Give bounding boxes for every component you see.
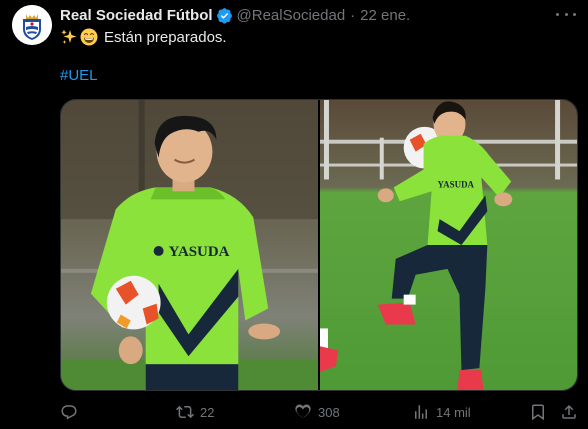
sparkles-emoji-icon bbox=[61, 29, 77, 44]
hashtag-link[interactable]: #UEL bbox=[60, 67, 98, 84]
verified-badge-icon bbox=[216, 7, 232, 24]
retweet-icon bbox=[176, 405, 194, 419]
photo-illustration: YASUDA bbox=[61, 100, 318, 390]
author-display-name[interactable]: Real Sociedad Fútbol bbox=[60, 7, 213, 24]
tweet-text: Están preparados. bbox=[60, 27, 227, 47]
retweet-button[interactable]: 22 bbox=[176, 401, 214, 423]
bookmark-button[interactable] bbox=[529, 401, 547, 423]
views-count: 14 mil bbox=[436, 404, 471, 420]
heart-icon bbox=[295, 404, 311, 418]
player-holding-ball-photo[interactable]: YASUDA bbox=[61, 100, 318, 390]
tweet-actions: 22 308 14 mil bbox=[60, 401, 580, 423]
tweet-body-text: Están preparados. bbox=[104, 28, 227, 46]
retweet-count: 22 bbox=[200, 404, 215, 420]
bookmark-icon bbox=[532, 404, 544, 421]
like-button[interactable]: 308 bbox=[294, 401, 340, 423]
shirt-sponsor-text: YASUDA bbox=[438, 179, 475, 189]
tweet-date[interactable]: 22 ene. bbox=[360, 7, 410, 24]
avatar[interactable] bbox=[12, 5, 52, 45]
photo-illustration: YASUDA bbox=[320, 100, 577, 390]
more-options-icon[interactable] bbox=[556, 6, 576, 22]
share-button[interactable] bbox=[560, 401, 578, 423]
like-count: 308 bbox=[318, 404, 340, 420]
tweet[interactable]: Real Sociedad Fútbol @RealSociedad · 22 … bbox=[0, 0, 588, 429]
shirt-sponsor-text: YASUDA bbox=[169, 244, 230, 260]
real-sociedad-crest-icon bbox=[12, 5, 52, 45]
reply-button[interactable] bbox=[60, 401, 84, 423]
tweet-media: YASUDA YASUDA bbox=[60, 99, 578, 391]
player-juggling-ball-photo[interactable]: YASUDA bbox=[320, 100, 577, 390]
share-icon bbox=[562, 404, 576, 419]
tweet-header: Real Sociedad Fútbol @RealSociedad · 22 … bbox=[60, 5, 410, 25]
reply-icon bbox=[61, 405, 77, 420]
views-chart-icon bbox=[415, 405, 427, 419]
separator-dot: · bbox=[350, 6, 356, 24]
author-handle[interactable]: @RealSociedad bbox=[237, 7, 346, 24]
views-button[interactable]: 14 mil bbox=[412, 401, 471, 423]
grinning-face-emoji-icon bbox=[80, 28, 98, 46]
